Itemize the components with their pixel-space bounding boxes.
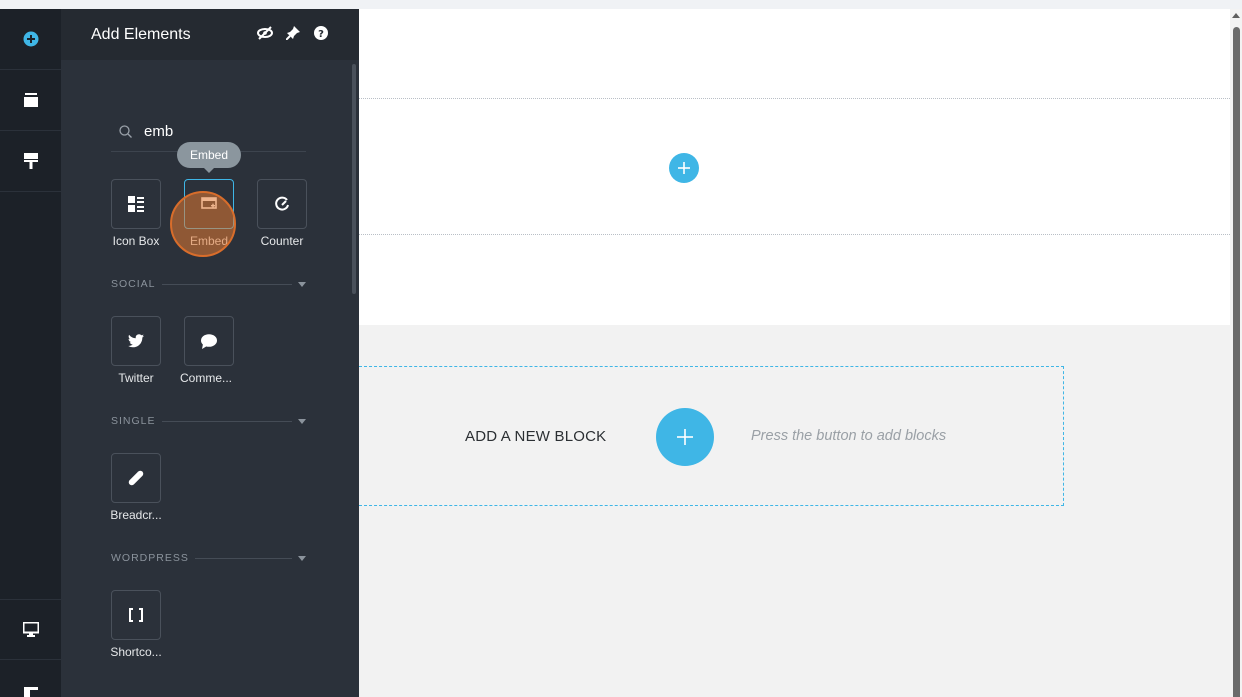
left-rail — [0, 9, 61, 697]
paint-roller-icon — [23, 153, 38, 169]
widget-comments[interactable] — [184, 316, 234, 366]
widget-comments-label: Comme... — [179, 371, 232, 385]
design-rail-button[interactable] — [0, 131, 61, 192]
widget-counter-label: Counter — [260, 234, 304, 248]
page-canvas: ADD A NEW BLOCK Press the button to add … — [359, 9, 1230, 697]
caret-down-icon — [298, 418, 306, 424]
desktop-icon — [22, 622, 39, 637]
widget-embed-label: Embed — [189, 234, 229, 248]
svg-text:?: ? — [318, 29, 324, 40]
add-circle-icon — [23, 31, 38, 47]
panel-title: Add Elements — [91, 25, 191, 43]
section-divider — [359, 234, 1230, 235]
eye-slash-icon[interactable] — [257, 25, 273, 41]
scroll-up-arrow-icon[interactable] — [1232, 13, 1240, 18]
widget-shortcode[interactable] — [111, 590, 161, 640]
embed-icon — [201, 197, 217, 209]
caret-down-icon — [298, 281, 306, 287]
panel-tools: ? — [257, 25, 329, 41]
section-divider — [359, 98, 1230, 99]
counter-icon — [275, 196, 289, 211]
layers-rail-button[interactable] — [0, 70, 61, 131]
twitter-icon — [128, 334, 144, 348]
section-social-title: SOCIAL — [111, 278, 156, 290]
section-wordpress-title: WORDPRESS — [111, 552, 189, 564]
add-section-button[interactable] — [669, 153, 699, 183]
widget-icon-box-label: Icon Box — [112, 234, 160, 248]
widget-counter[interactable] — [257, 179, 307, 229]
widget-twitter-label: Twitter — [118, 371, 154, 385]
search-icon — [119, 125, 132, 138]
widget-shortcode-label: Shortco... — [110, 645, 162, 659]
comment-icon — [201, 333, 217, 349]
add-elements-rail-button[interactable] — [0, 9, 61, 70]
search-input[interactable] — [144, 123, 294, 140]
add-elements-panel: Add Elements ? emb Embed Icon Box Embed … — [61, 9, 359, 697]
plus-icon — [677, 429, 693, 445]
embed-tooltip: Embed — [177, 142, 241, 173]
page-icon — [23, 686, 38, 697]
add-block-hint: Press the button to add blocks — [751, 428, 947, 444]
add-block-button[interactable] — [656, 408, 714, 466]
widget-twitter[interactable] — [111, 316, 161, 366]
widget-icon-box[interactable] — [111, 179, 161, 229]
widget-breadcrumbs-label: Breadcr... — [110, 508, 162, 522]
pin-icon[interactable] — [285, 25, 301, 41]
section-single-title: SINGLE — [111, 415, 156, 427]
add-block-area: ADD A NEW BLOCK Press the button to add … — [359, 325, 1230, 697]
help-icon[interactable]: ? — [313, 25, 329, 41]
panel-header: Add Elements ? — [61, 9, 359, 60]
layers-icon — [23, 93, 38, 107]
add-block-dropzone[interactable]: ADD A NEW BLOCK Press the button to add … — [359, 366, 1064, 506]
section-wordpress[interactable]: WORDPRESS — [111, 551, 306, 565]
widget-embed[interactable] — [184, 179, 234, 229]
widget-breadcrumbs[interactable] — [111, 453, 161, 503]
icon-box-icon — [128, 196, 144, 212]
scrollbar-thumb[interactable] — [1233, 27, 1240, 697]
plus-icon — [678, 162, 690, 174]
panel-scrollbar[interactable] — [352, 64, 356, 294]
shortcode-icon — [129, 608, 143, 622]
section-social[interactable]: SOCIAL — [111, 277, 306, 291]
page-settings-rail-button[interactable] — [0, 660, 61, 697]
desktop-view-rail-button[interactable] — [0, 599, 61, 660]
add-block-title: ADD A NEW BLOCK — [465, 428, 607, 445]
breadcrumb-icon — [128, 470, 144, 486]
section-single[interactable]: SINGLE — [111, 414, 306, 428]
caret-down-icon — [298, 555, 306, 561]
page-scrollbar[interactable] — [1230, 9, 1242, 697]
